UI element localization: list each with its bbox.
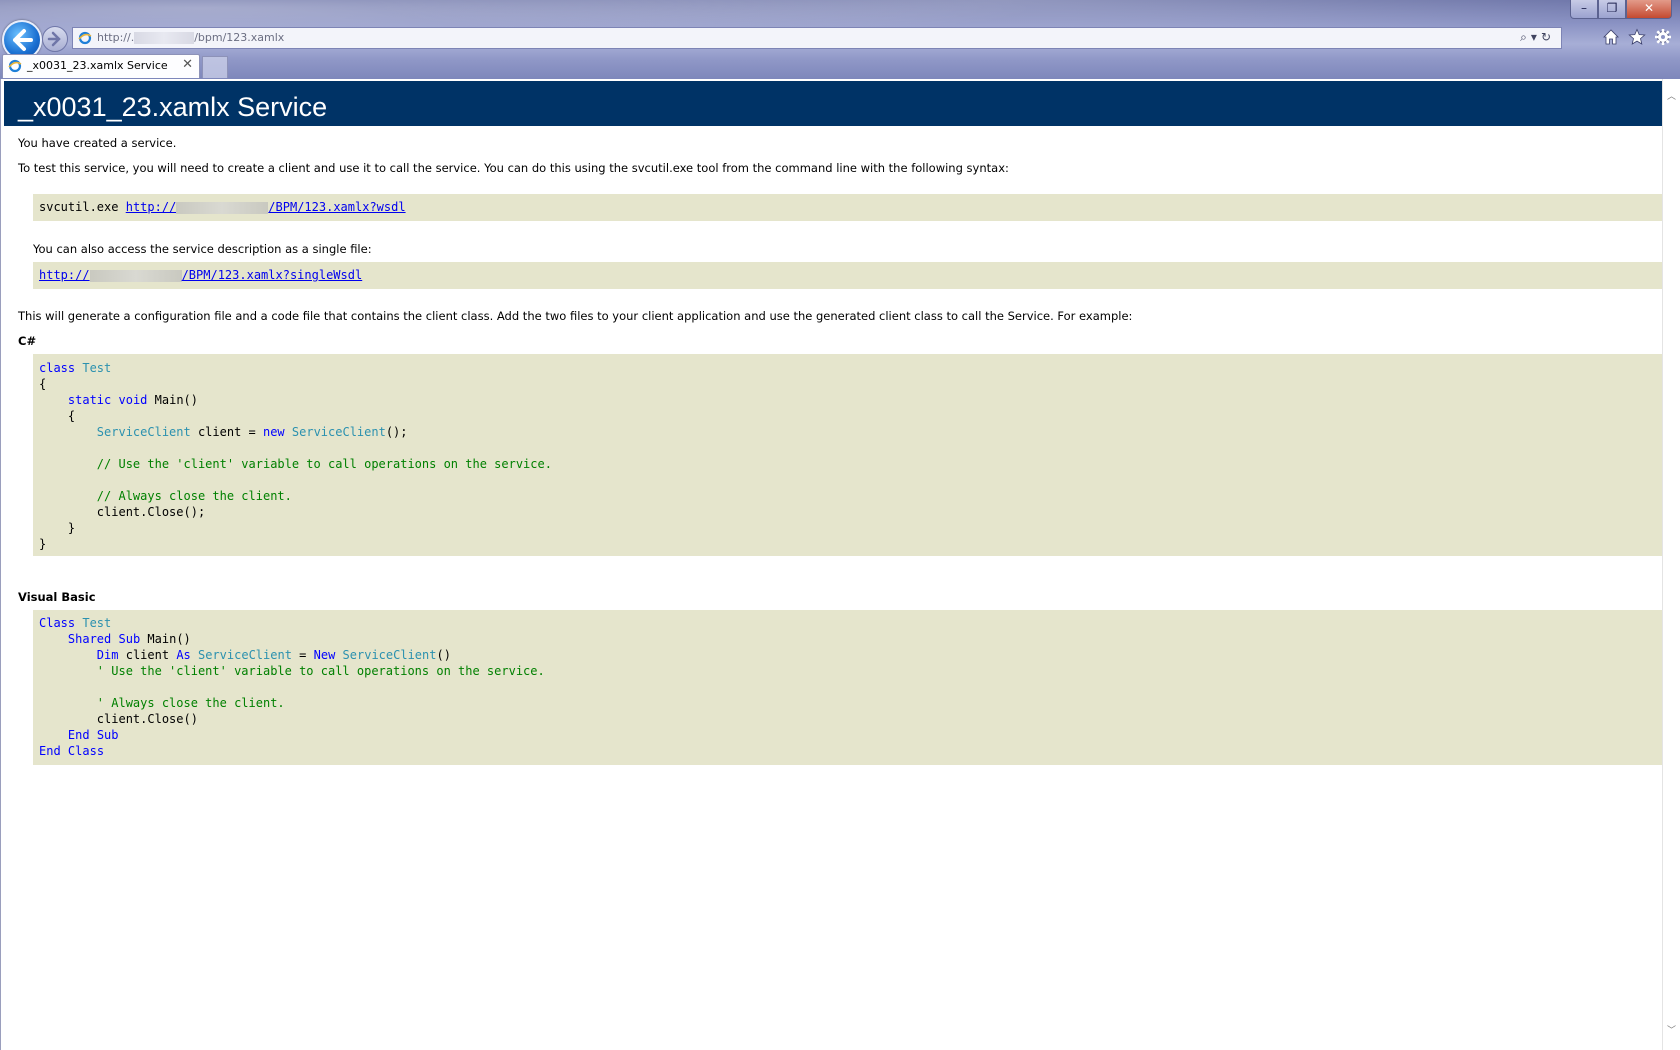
code-line: End Class [39,744,105,758]
csharp-heading: C# [18,334,37,348]
code-line: ' Always close the client. [96,696,285,710]
single-wsdl-box: http:///BPM/123.xamlx?singleWsdl [33,262,1662,289]
page-content: _x0031_23.xamlx Service You have created… [2,79,1662,765]
restore-button[interactable]: ❐ [1598,0,1626,19]
search-icon[interactable]: ⌕ [1520,30,1531,44]
code-line: static void Main() [67,393,198,407]
redacted-host [89,269,182,282]
code-line: client.Close() [96,712,198,726]
ie-page-icon [78,31,92,45]
code-line: Shared Sub Main() [67,632,191,646]
scroll-down-icon[interactable]: ﹀ [1667,1023,1676,1036]
ie-tab-icon [8,59,22,73]
code-line: ServiceClient client = new ServiceClient… [96,425,408,439]
address-tools: ⌕▾↻ [1520,30,1555,45]
single-wsdl-link[interactable]: http:///BPM/123.xamlx?singleWsdl [39,268,362,282]
home-icon[interactable] [1602,28,1620,46]
vb-code-block: Class Test Shared Sub Main() Dim client … [33,610,1662,765]
tab-title: _x0031_23.xamlx Service [27,59,168,72]
code-line: } [39,537,47,551]
code-line: ' Use the 'client' variable to call oper… [96,664,545,678]
csharp-code-block: class Test { static void Main() { Servic… [33,354,1662,556]
gear-icon[interactable] [1654,28,1672,46]
browser-chrome: – ❐ ✕ http://./bpm/123.xamlx ⌕▾↻ _x0031_… [0,0,1680,80]
redacted-host [134,32,195,44]
dropdown-icon[interactable]: ▾ [1531,30,1541,44]
refresh-icon[interactable]: ↻ [1541,30,1555,44]
code-line: } [67,521,76,535]
intro-text: You have created a service. [18,136,177,150]
new-tab-button[interactable] [202,56,228,78]
svcutil-command-box: svcutil.exe http:///BPM/123.xamlx?wsdl [33,194,1662,221]
code-line: class Test [39,361,112,375]
code-line: End Sub [67,728,119,742]
code-line: client.Close(); [96,505,206,519]
forward-button[interactable] [42,26,68,52]
favorites-star-icon[interactable] [1628,28,1646,46]
generate-text: This will generate a configuration file … [18,309,1133,323]
page-title: _x0031_23.xamlx Service [4,81,1662,126]
toolbar-icons [1602,28,1672,46]
code-line: Dim client As ServiceClient = New Servic… [96,648,451,662]
vertical-scrollbar[interactable]: ︿ ﹀ [1662,79,1680,1050]
single-file-text: You can also access the service descript… [33,242,372,256]
page-viewport: _x0031_23.xamlx Service You have created… [0,79,1680,1050]
instructions-text: To test this service, you will need to c… [18,161,1009,175]
wsdl-link[interactable]: http:///BPM/123.xamlx?wsdl [126,200,406,214]
code-line: Class Test [39,616,112,630]
svcutil-command: svcutil.exe [39,200,119,214]
forward-arrow-icon [47,31,61,47]
address-bar[interactable]: http://./bpm/123.xamlx ⌕▾↻ [72,27,1562,49]
address-url[interactable]: http://./bpm/123.xamlx [97,30,284,46]
vb-heading: Visual Basic [18,590,96,604]
code-line: // Always close the client. [96,489,292,503]
code-line: // Use the 'client' variable to call ope… [96,457,552,471]
close-window-button[interactable]: ✕ [1626,0,1672,19]
minimize-button[interactable]: – [1570,0,1598,19]
tab-active[interactable]: _x0031_23.xamlx Service ✕ [2,54,200,78]
window-controls: – ❐ ✕ [1570,0,1672,19]
code-line: { [39,377,47,391]
scroll-up-icon[interactable]: ︿ [1667,89,1676,102]
code-line: { [67,409,76,423]
tab-close-icon[interactable]: ✕ [182,57,193,72]
redacted-host [176,201,269,214]
back-arrow-icon [13,29,33,51]
